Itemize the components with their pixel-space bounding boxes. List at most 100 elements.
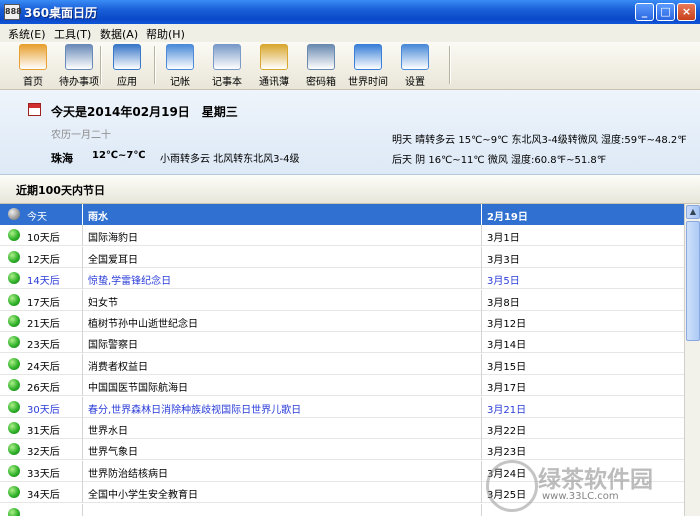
holiday-name: 雨水	[88, 212, 108, 223]
holiday-row[interactable]: 12天后 全国爱耳日 3月3日	[0, 246, 684, 268]
title-bar[interactable]: 888 360桌面日历 _ □ ×	[0, 0, 700, 24]
holiday-date: 3月5日	[487, 276, 520, 288]
holiday-name: 国际海豹日	[88, 233, 138, 245]
app-window: 888 360桌面日历 _ □ × 系统(E) 工具(T) 数据(A) 帮助(H…	[0, 0, 700, 516]
days-until: 24天后	[27, 361, 60, 373]
column-divider	[481, 268, 482, 290]
toolbar-button-todo[interactable]: 待办事项	[55, 44, 103, 88]
holiday-name: 中国国医节国际航海日	[88, 383, 188, 395]
toolbar-button-apps[interactable]: 应用	[110, 44, 144, 88]
holiday-date: 3月8日	[487, 297, 520, 309]
maximize-button[interactable]: □	[656, 3, 675, 21]
toolbar-label: 待办事项	[59, 77, 99, 88]
column-divider	[82, 353, 83, 375]
holiday-name: 世界防治结核病日	[88, 468, 168, 480]
column-divider	[82, 439, 83, 461]
holiday-row[interactable]: 21天后 植树节孙中山逝世纪念日 3月12日	[0, 311, 684, 332]
holiday-date: 3月21日	[487, 404, 527, 416]
menu-data[interactable]: 数据(A)	[100, 26, 138, 42]
app-calendar-icon: 888	[4, 4, 22, 20]
column-divider	[481, 225, 482, 247]
holiday-row[interactable]: 14天后 惊蛰,学雷锋纪念日 3月5日	[0, 268, 684, 290]
status-green-dot-icon	[8, 422, 20, 434]
days-until: 10天后	[27, 233, 60, 245]
toolbar-button-notebook[interactable]: 记事本	[207, 44, 247, 88]
toolbar-label: 密码箱	[306, 77, 336, 88]
holiday-row[interactable]: 24天后 消费者权益日 3月15日	[0, 353, 684, 375]
menu-tools[interactable]: 工具(T)	[54, 26, 91, 42]
holiday-name: 国际警察日	[88, 340, 138, 352]
holiday-date: 2月19日	[487, 212, 528, 223]
days-until: 17天后	[27, 297, 60, 309]
window-title: 360桌面日历	[24, 6, 98, 20]
days-until: 30天后	[27, 404, 60, 416]
status-green-dot-icon	[8, 336, 20, 349]
holiday-row[interactable]: 10天后 国际海豹日 3月1日	[0, 225, 684, 247]
toolbar-separator	[449, 46, 451, 84]
watermark-logo-icon	[486, 460, 538, 512]
city-name[interactable]: 珠海	[51, 150, 73, 166]
today-date: 今天是2014年02月19日 星期三	[51, 105, 238, 119]
column-divider	[82, 246, 83, 268]
column-divider	[481, 289, 482, 311]
column-divider	[82, 482, 83, 504]
holiday-name: 世界水日	[88, 426, 128, 437]
toolbar-label: 记事本	[212, 77, 242, 88]
settings-icon	[401, 44, 429, 70]
minimize-button[interactable]: _	[635, 3, 654, 21]
watermark: 绿茶软件园 www.33LC.com	[486, 458, 698, 514]
column-divider	[481, 439, 482, 461]
holiday-name: 世界气象日	[88, 447, 138, 459]
scroll-up-button[interactable]: ▲	[686, 205, 700, 219]
holiday-row[interactable]: 17天后 妇女节 3月8日	[0, 289, 684, 311]
days-until: 今天	[27, 212, 47, 223]
toolbar-button-home[interactable]: 首页	[16, 44, 50, 88]
column-divider	[481, 396, 482, 418]
menu-help[interactable]: 帮助(H)	[146, 26, 185, 42]
holiday-row[interactable]: 31天后 世界水日 3月22日	[0, 418, 684, 439]
holiday-row[interactable]: 今天 雨水 2月19日	[0, 204, 684, 225]
close-button[interactable]: ×	[677, 3, 696, 21]
toolbar-label: 首页	[23, 77, 43, 88]
toolbar-button-settings[interactable]: 设置	[400, 44, 430, 88]
column-divider	[82, 418, 83, 439]
holiday-row[interactable]: 26天后 中国国医节国际航海日 3月17日	[0, 375, 684, 397]
column-divider	[481, 332, 482, 354]
column-divider	[481, 204, 482, 225]
holiday-row[interactable]: 30天后 春分,世界森林日消除种族歧视国际日世界儿歌日 3月21日	[0, 396, 684, 418]
column-divider	[82, 311, 83, 332]
holiday-date: 3月17日	[487, 383, 527, 395]
column-divider	[82, 268, 83, 290]
holiday-date: 3月15日	[487, 361, 527, 373]
menu-system[interactable]: 系统(E)	[8, 26, 46, 42]
scroll-thumb[interactable]	[686, 221, 700, 341]
holiday-name: 春分,世界森林日消除种族歧视国际日世界儿歌日	[88, 404, 302, 416]
toolbar-label: 应用	[117, 77, 137, 88]
holiday-date: 3月23日	[487, 447, 527, 459]
holiday-row[interactable]: 23天后 国际警察日 3月14日	[0, 332, 684, 354]
status-green-dot-icon	[8, 400, 20, 413]
status-green-dot-icon	[8, 464, 20, 477]
password-box-icon	[307, 44, 335, 70]
home-icon	[19, 44, 47, 70]
column-divider	[481, 460, 482, 482]
toolbar-button-addressbook[interactable]: 通讯薄	[254, 44, 294, 88]
toolbar-label: 世界时间	[348, 77, 388, 88]
days-until: 23天后	[27, 340, 60, 352]
status-green-dot-icon	[8, 229, 20, 242]
status-green-dot-icon	[8, 486, 20, 499]
days-until: 32天后	[27, 447, 60, 459]
section-header: 近期100天内节日	[0, 175, 700, 204]
days-until: 26天后	[27, 383, 60, 395]
holiday-date: 3月1日	[487, 233, 520, 245]
column-divider	[82, 332, 83, 354]
column-divider	[82, 460, 83, 482]
column-divider	[481, 311, 482, 332]
watermark-brand: 绿茶软件园	[538, 467, 653, 493]
toolbar-button-ledger[interactable]: 记帐	[163, 44, 197, 88]
status-green-dot-icon	[8, 357, 20, 370]
toolbar-separator	[154, 46, 156, 84]
toolbar-button-world-time[interactable]: 世界时间	[344, 44, 392, 88]
notebook-icon	[213, 44, 241, 70]
toolbar-button-password-box[interactable]: 密码箱	[302, 44, 340, 88]
